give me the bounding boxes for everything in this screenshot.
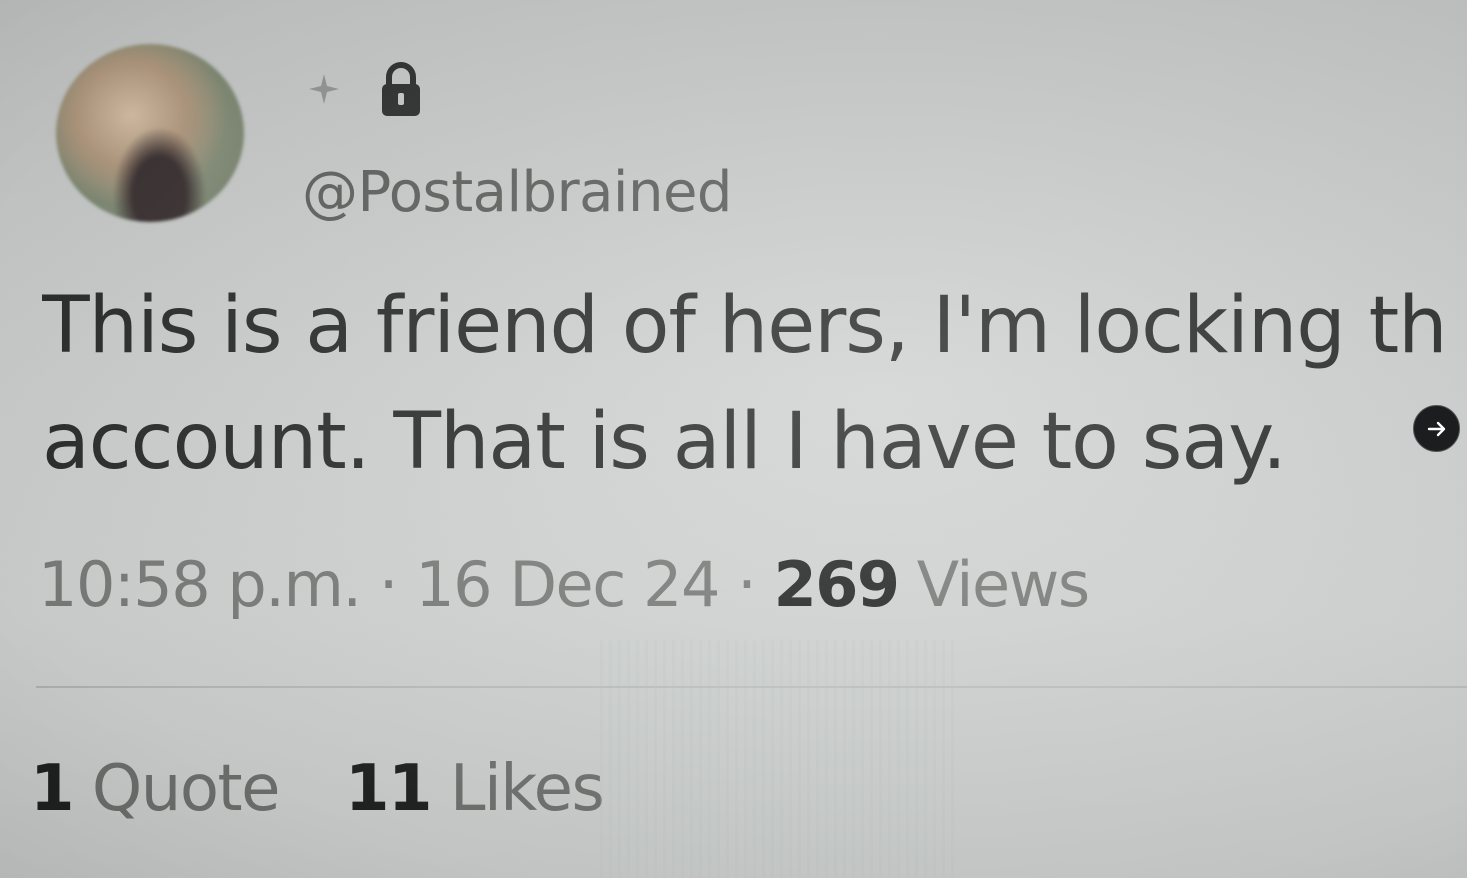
- meta-separator: ·: [378, 548, 399, 621]
- account-badges: [306, 60, 426, 118]
- post-text-line-1: This is a friend of hers, I'm locking th: [42, 281, 1448, 371]
- likes-count: 11: [344, 752, 433, 826]
- likes-label: Likes: [449, 752, 605, 826]
- engagement-stats: 1 Quote 11 Likes: [30, 752, 605, 826]
- screenshot: @Postalbrained This is a friend of hers,…: [0, 0, 1467, 878]
- post-metadata: 10:58 p.m. · 16 Dec 24 · 269 Views: [38, 548, 1090, 621]
- quotes-stat[interactable]: 1 Quote: [30, 752, 281, 826]
- arrow-right-icon: [1427, 421, 1445, 436]
- views-label: Views: [916, 548, 1090, 621]
- post-text: This is a friend of hers, I'm locking th…: [42, 268, 1452, 500]
- sparkle-icon: [306, 71, 342, 107]
- post-date[interactable]: 16 Dec 24: [415, 548, 720, 621]
- divider: [36, 686, 1467, 688]
- post-time[interactable]: 10:58 p.m.: [38, 548, 362, 621]
- screen-moire: [600, 640, 960, 878]
- quotes-label: Quote: [91, 752, 281, 826]
- lock-icon: [376, 60, 426, 118]
- post-text-line-2: account. That is all I have to say.: [42, 397, 1287, 487]
- quotes-count: 1: [30, 752, 75, 826]
- meta-separator: ·: [737, 548, 757, 621]
- user-handle[interactable]: @Postalbrained: [302, 160, 732, 225]
- views-count: 269: [773, 548, 900, 621]
- likes-stat[interactable]: 11 Likes: [344, 752, 605, 826]
- avatar[interactable]: [56, 44, 244, 222]
- next-image-button[interactable]: [1413, 405, 1460, 452]
